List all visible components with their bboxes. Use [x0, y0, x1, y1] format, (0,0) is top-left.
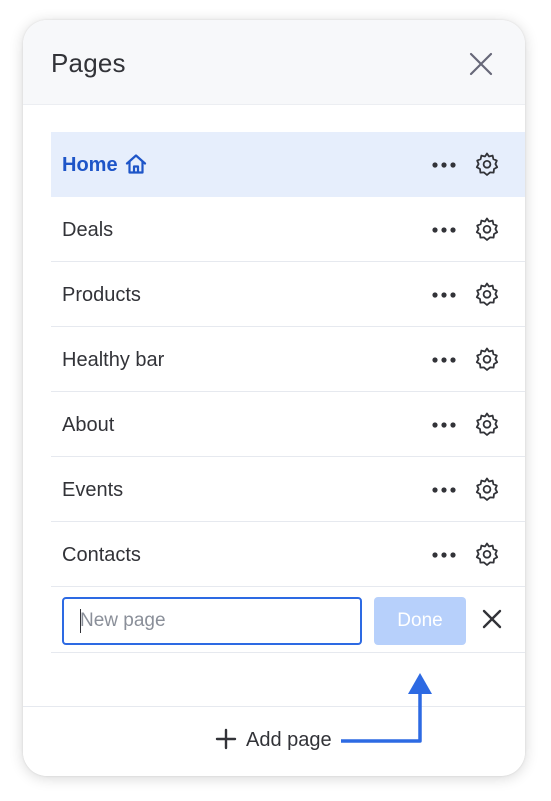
done-button[interactable]: Done: [374, 597, 466, 645]
page-label: Products: [62, 284, 141, 306]
page-row[interactable]: Products: [51, 262, 525, 327]
text-caret: [80, 609, 81, 633]
page-label: Healthy bar: [62, 349, 165, 371]
plus-icon: [215, 728, 237, 750]
panel-footer: Add page: [23, 706, 525, 776]
page-row[interactable]: Events: [51, 457, 525, 522]
panel-header: Pages: [23, 20, 525, 105]
settings-gear-icon[interactable]: [475, 542, 499, 568]
settings-gear-icon[interactable]: [475, 152, 499, 178]
more-options-icon[interactable]: [431, 283, 457, 307]
settings-gear-icon[interactable]: [475, 217, 499, 243]
new-page-row: Done: [51, 587, 525, 653]
add-page-label: Add page: [246, 729, 332, 751]
close-icon[interactable]: [482, 609, 502, 629]
page-row[interactable]: Home: [51, 132, 525, 197]
close-icon[interactable]: [465, 48, 497, 80]
page-row[interactable]: About: [51, 392, 525, 457]
settings-gear-icon[interactable]: [475, 282, 499, 308]
panel-title: Pages: [51, 48, 126, 78]
page-label: Home: [62, 154, 118, 176]
page-row[interactable]: Deals: [51, 197, 525, 262]
more-options-icon[interactable]: [431, 348, 457, 372]
home-icon: [125, 154, 147, 174]
more-options-icon[interactable]: [431, 413, 457, 437]
new-page-input[interactable]: [62, 597, 362, 645]
settings-gear-icon[interactable]: [475, 477, 499, 503]
page-label: Contacts: [62, 544, 141, 566]
pages-panel: Pages Home Deals Products Healthy bar About E…: [23, 20, 525, 776]
pages-list: Home Deals Products Healthy bar About Events C…: [51, 132, 525, 653]
settings-gear-icon[interactable]: [475, 347, 499, 373]
page-label: Events: [62, 479, 124, 501]
more-options-icon[interactable]: [431, 153, 457, 177]
page-label: Deals: [62, 219, 114, 241]
more-options-icon[interactable]: [431, 478, 457, 502]
more-options-icon[interactable]: [431, 218, 457, 242]
page-row[interactable]: Contacts: [51, 522, 525, 587]
more-options-icon[interactable]: [431, 543, 457, 567]
page-label: About: [62, 414, 115, 436]
settings-gear-icon[interactable]: [475, 412, 499, 438]
page-row[interactable]: Healthy bar: [51, 327, 525, 392]
